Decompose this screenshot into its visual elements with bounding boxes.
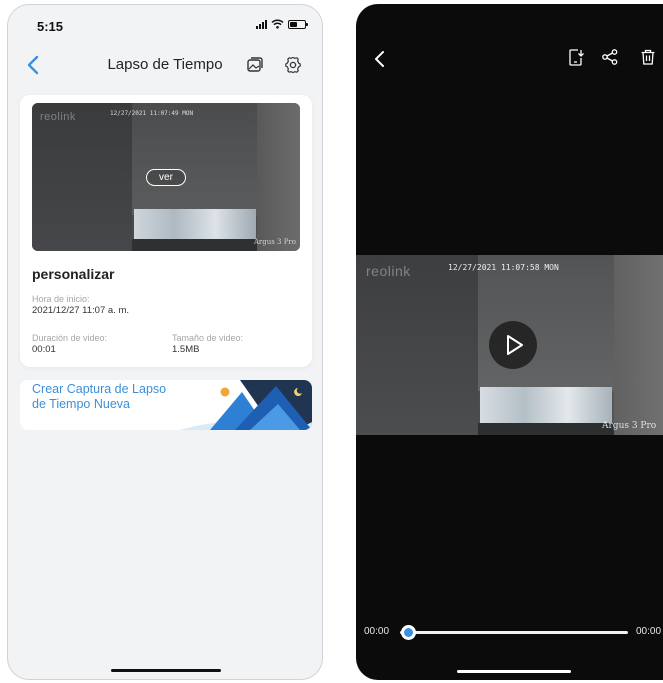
trash-icon[interactable]: [639, 48, 657, 66]
navigation-bar: Lapso de Tiempo: [8, 45, 322, 85]
video-wall: [614, 255, 663, 435]
camera-timestamp: 12/27/2021 11:07:58 MON: [448, 263, 559, 272]
video-frame[interactable]: reolink 12/27/2021 11:07:58 MON Argus 3 …: [356, 255, 663, 435]
status-bar: 5:15: [8, 5, 322, 45]
download-to-phone-icon[interactable]: [567, 48, 585, 66]
timelapse-name: personalizar: [32, 266, 115, 282]
video-window: [480, 387, 612, 423]
duration-value: 00:01: [32, 344, 56, 355]
play-button[interactable]: [489, 321, 537, 369]
camera-model-label: Argus 3 Pro: [253, 238, 296, 246]
video-player-screen: reolink 12/27/2021 11:07:58 MON Argus 3 …: [356, 4, 663, 680]
size-label: Tamaño de video:: [172, 333, 244, 343]
play-icon: [507, 335, 523, 355]
duration-label: Duración de video:: [32, 333, 108, 343]
share-icon[interactable]: [601, 48, 619, 66]
camera-timestamp: 12/27/2021 11:07:49 MON: [110, 110, 194, 117]
home-indicator: [457, 670, 571, 673]
start-time-value: 2021/12/27 11:07 a. m.: [32, 305, 130, 316]
video-scene: [356, 255, 478, 435]
progress-scrubber[interactable]: [401, 625, 416, 640]
thumbnail-scene: [32, 103, 132, 251]
create-timelapse-label: Crear Captura de Lapso de Tiempo Nueva: [32, 382, 167, 411]
thumbnail-wall: [257, 103, 300, 251]
view-button[interactable]: ver: [146, 169, 186, 186]
progress-track[interactable]: [400, 631, 628, 634]
page-title: Lapso de Tiempo: [107, 56, 223, 73]
thumbnail-window: [134, 209, 256, 239]
gallery-icon[interactable]: [245, 55, 265, 75]
mountain-night-illustration: [180, 380, 312, 430]
wifi-icon: [271, 19, 284, 29]
back-chevron-icon[interactable]: [372, 48, 390, 70]
status-icons: [256, 19, 308, 29]
thumbnail-blind: [132, 103, 257, 215]
size-value: 1.5MB: [172, 344, 200, 355]
screenshot-stage: 5:15 Lapso de Tiempo reolink 12/27/2021 …: [0, 0, 663, 683]
battery-icon: [288, 19, 308, 29]
video-window-frame: [478, 423, 616, 435]
camera-brand-watermark: reolink: [40, 111, 76, 123]
start-time-label: Hora de inicio:: [32, 294, 90, 304]
total-time: 00:00: [636, 626, 662, 637]
cellular-signal-icon: [256, 19, 267, 29]
status-time: 5:15: [37, 19, 64, 34]
create-timelapse-banner[interactable]: Crear Captura de Lapso de Tiempo Nueva: [20, 380, 312, 430]
thumbnail-window-frame: [132, 239, 258, 251]
camera-model-label: Argus 3 Pro: [602, 421, 657, 431]
timelapse-card[interactable]: reolink 12/27/2021 11:07:49 MON Argus 3 …: [20, 95, 312, 367]
camera-brand-watermark: reolink: [366, 263, 411, 279]
home-indicator: [111, 669, 221, 672]
timelapse-list-screen: 5:15 Lapso de Tiempo reolink 12/27/2021 …: [7, 4, 323, 680]
gear-icon[interactable]: [283, 55, 303, 75]
current-time: 00:00: [364, 626, 390, 637]
timelapse-thumbnail[interactable]: reolink 12/27/2021 11:07:49 MON Argus 3 …: [32, 103, 300, 251]
